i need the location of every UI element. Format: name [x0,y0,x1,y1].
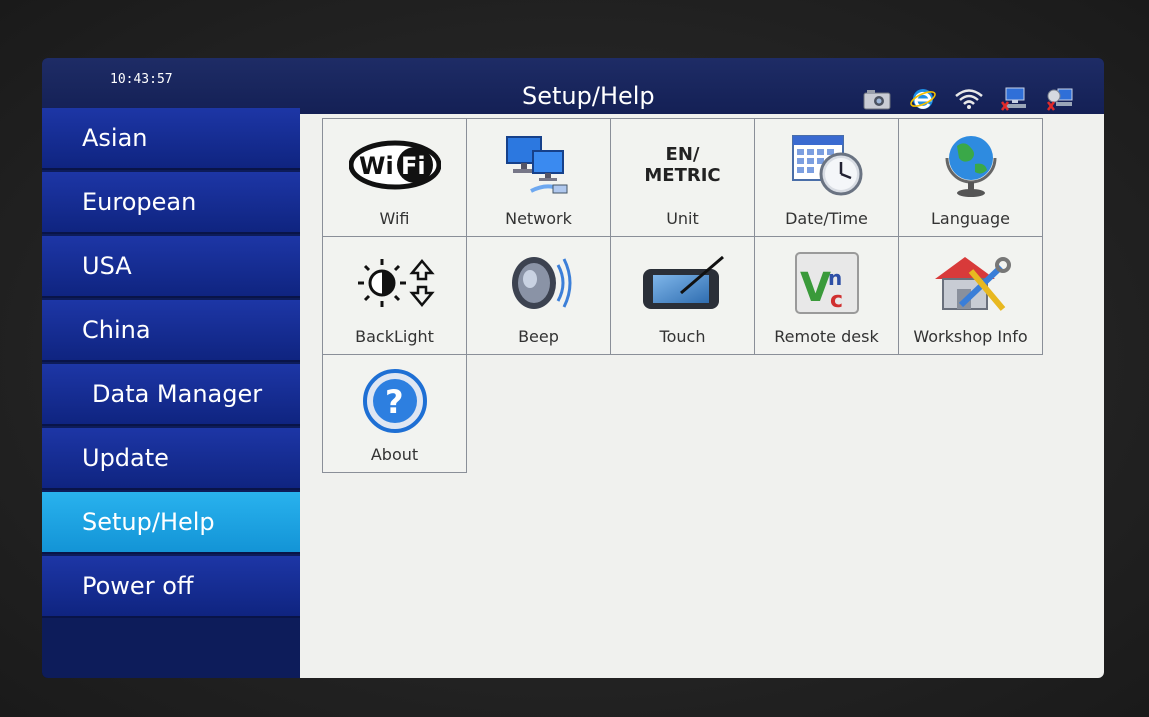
device-screen: 10:43:57 Setup/Help Asian European USA C… [42,58,1104,678]
tile-remote-desk[interactable]: V n c Remote desk [754,236,899,355]
unit-icon-text: EN/ [665,144,700,165]
sidebar-item-european[interactable]: European [42,172,300,234]
sidebar-item-label: Setup/Help [82,508,215,536]
speaker-icon [467,251,610,315]
tile-backlight[interactable]: BackLight [322,236,467,355]
vnc-icon: V n c [755,251,898,315]
settings-grid: Wi Fi Wifi Network EN/ METRIC Unit Date/… [322,118,1043,473]
tile-label: Wifi [379,209,410,228]
camera-icon[interactable] [862,86,892,112]
tile-label: Beep [518,327,559,346]
tile-date-time[interactable]: Date/Time [754,118,899,237]
tile-label: Remote desk [774,327,879,346]
svg-text:V: V [800,265,831,311]
touch-tablet-icon [611,251,754,315]
help-question-icon: ? [323,369,466,433]
tile-label: Network [505,209,572,228]
unit-icon: EN/ METRIC [611,133,754,197]
tile-language[interactable]: Language [898,118,1043,237]
sidebar-item-label: Asian [82,124,148,152]
svg-text:Wi: Wi [359,152,394,180]
remote-disconnected-icon[interactable] [1046,86,1076,112]
tile-network[interactable]: Network [466,118,611,237]
workshop-tools-icon [899,251,1042,315]
content-panel: Wi Fi Wifi Network EN/ METRIC Unit Date/… [300,114,1104,678]
clock: 10:43:57 [110,72,173,87]
browser-icon[interactable] [908,86,938,112]
sidebar-item-label: Update [82,444,169,472]
network-disconnected-icon[interactable] [1000,86,1030,112]
tile-unit[interactable]: EN/ METRIC Unit [610,118,755,237]
sidebar-item-label: China [82,316,151,344]
tile-label: Date/Time [785,209,868,228]
tile-touch[interactable]: Touch [610,236,755,355]
tile-workshop-info[interactable]: Workshop Info [898,236,1043,355]
help-question-glyph: ? [385,383,404,421]
sidebar-item-china[interactable]: China [42,300,300,362]
sidebar-item-label: European [82,188,197,216]
status-icons [862,86,1076,112]
tile-label: BackLight [355,327,434,346]
tile-label: Touch [659,327,706,346]
sidebar-item-power-off[interactable]: Power off [42,556,300,618]
sidebar-item-setup-help[interactable]: Setup/Help [42,492,300,554]
wifi-icon[interactable] [954,86,984,112]
tile-label: Workshop Info [913,327,1028,346]
tile-label: About [370,445,419,464]
sidebar-item-label: USA [82,252,132,280]
tile-label: Unit [666,209,699,228]
svg-text:n: n [828,266,842,290]
sidebar: Asian European USA China Data Manager Up… [42,108,300,678]
sidebar-item-label: Data Manager [92,380,263,408]
sidebar-item-usa[interactable]: USA [42,236,300,298]
tile-wifi[interactable]: Wi Fi Wifi [322,118,467,237]
calendar-clock-icon [755,133,898,197]
tile-about[interactable]: ? About [322,354,467,473]
unit-icon-text: METRIC [644,165,721,186]
page-title: Setup/Help [522,82,655,110]
brightness-icon [323,251,466,315]
tile-beep[interactable]: Beep [466,236,611,355]
sidebar-item-label: Power off [82,572,194,600]
title-bar: 10:43:57 Setup/Help [42,58,1104,114]
sidebar-item-data-manager[interactable]: Data Manager [42,364,300,426]
sidebar-item-asian[interactable]: Asian [42,108,300,170]
globe-icon [899,133,1042,197]
network-computers-icon [467,133,610,197]
svg-text:c: c [830,288,843,313]
svg-text:Fi: Fi [401,152,426,180]
sidebar-item-update[interactable]: Update [42,428,300,490]
wifi-logo-icon: Wi Fi [323,133,466,197]
tile-label: Language [931,209,1010,228]
